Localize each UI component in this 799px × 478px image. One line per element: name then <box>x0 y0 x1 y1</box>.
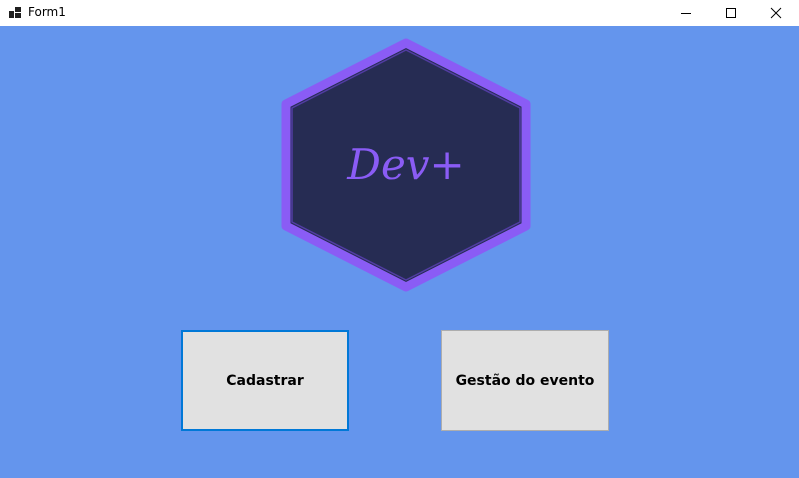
app-window: Form1 Dev+ Cadastrar Gestão do evento <box>0 0 799 478</box>
gestao-label: Gestão do evento <box>455 372 595 389</box>
maximize-button[interactable] <box>708 0 754 26</box>
dev-plus-logo: Dev+ <box>281 38 531 292</box>
cadastrar-label: Cadastrar <box>226 372 304 389</box>
window-title: Form1 <box>28 5 66 19</box>
logo-text: Dev+ <box>346 140 464 189</box>
gestao-do-evento-button[interactable]: Gestão do evento <box>441 330 609 431</box>
title-bar[interactable]: Form1 <box>0 0 799 26</box>
close-button[interactable] <box>753 0 799 26</box>
cadastrar-button[interactable]: Cadastrar <box>181 330 349 431</box>
close-icon <box>770 7 782 19</box>
minimize-button[interactable] <box>663 0 709 26</box>
form-icon <box>9 7 21 18</box>
maximize-icon <box>726 8 736 18</box>
minimize-icon <box>681 13 691 14</box>
